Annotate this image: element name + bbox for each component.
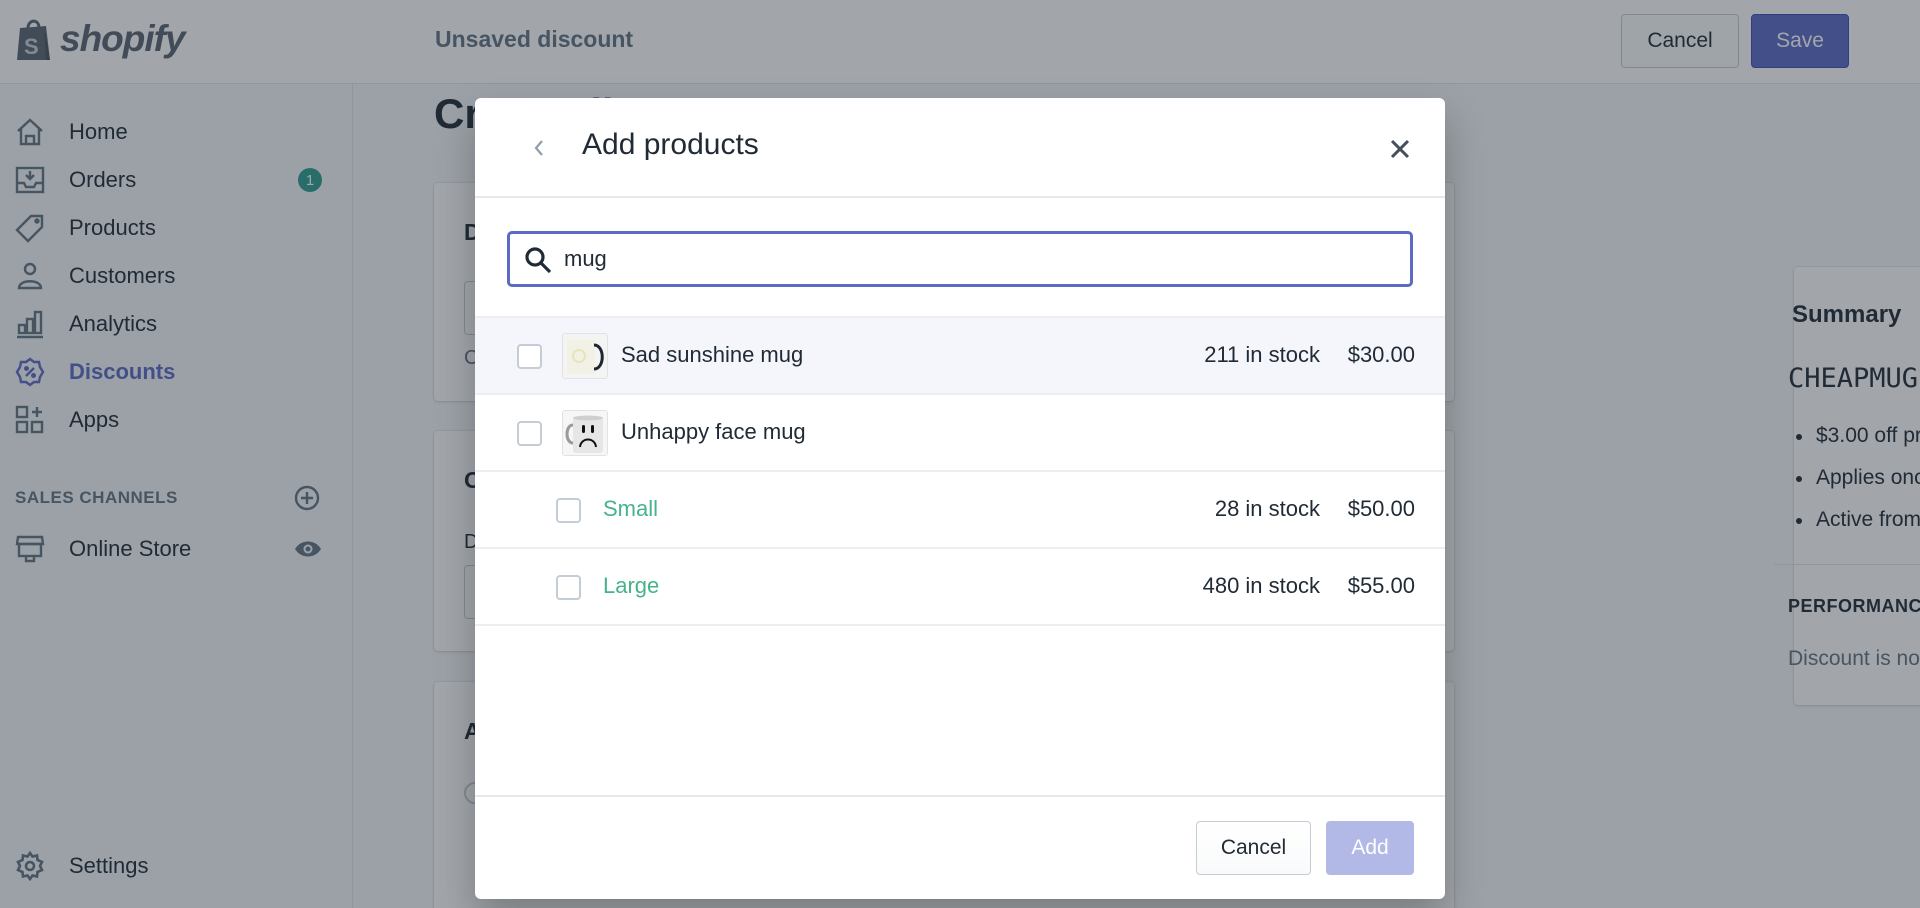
back-button[interactable]: [527, 132, 551, 164]
variant-stock: 480 in stock: [1202, 573, 1320, 598]
variant-checkbox[interactable]: [556, 575, 581, 600]
modal-cancel-button[interactable]: Cancel: [1196, 821, 1311, 875]
variant-price: $55.00: [1347, 573, 1415, 598]
variant-row[interactable]: Large 480 in stock $55.00: [475, 547, 1445, 626]
variant-row[interactable]: Small 28 in stock $50.00: [475, 470, 1445, 547]
product-search-field[interactable]: [507, 231, 1413, 287]
modal-title: Add products: [582, 128, 759, 161]
modal-footer: Cancel Add: [475, 795, 1445, 899]
product-row[interactable]: Unhappy face mug: [475, 393, 1445, 470]
search-icon: [525, 247, 552, 274]
chevron-left-icon: [534, 140, 543, 156]
product-checkbox[interactable]: [517, 344, 542, 369]
variant-name: Small: [603, 496, 659, 521]
add-products-modal: Add products Sad sunshine mug 211 in sto…: [475, 98, 1445, 899]
product-name: Unhappy face mug: [621, 419, 806, 444]
product-checkbox[interactable]: [517, 421, 542, 446]
add-button[interactable]: Add: [1326, 821, 1414, 875]
product-stock: 211 in stock: [1204, 342, 1320, 367]
variant-stock: 28 in stock: [1214, 496, 1320, 521]
product-price: $30.00: [1347, 342, 1415, 367]
product-name: Sad sunshine mug: [621, 342, 804, 367]
modal-header: Add products: [475, 98, 1445, 198]
product-row[interactable]: Sad sunshine mug 211 in stock $30.00: [475, 316, 1445, 393]
product-thumbnail-sunshine-mug: [562, 333, 608, 379]
product-thumbnail-sad-face-mug: [562, 410, 608, 456]
variant-price: $50.00: [1347, 496, 1415, 521]
product-search-input[interactable]: [564, 238, 1394, 280]
variant-checkbox[interactable]: [556, 498, 581, 523]
close-button[interactable]: [1385, 134, 1415, 164]
close-icon: [1390, 139, 1410, 159]
variant-name: Large: [603, 573, 660, 598]
